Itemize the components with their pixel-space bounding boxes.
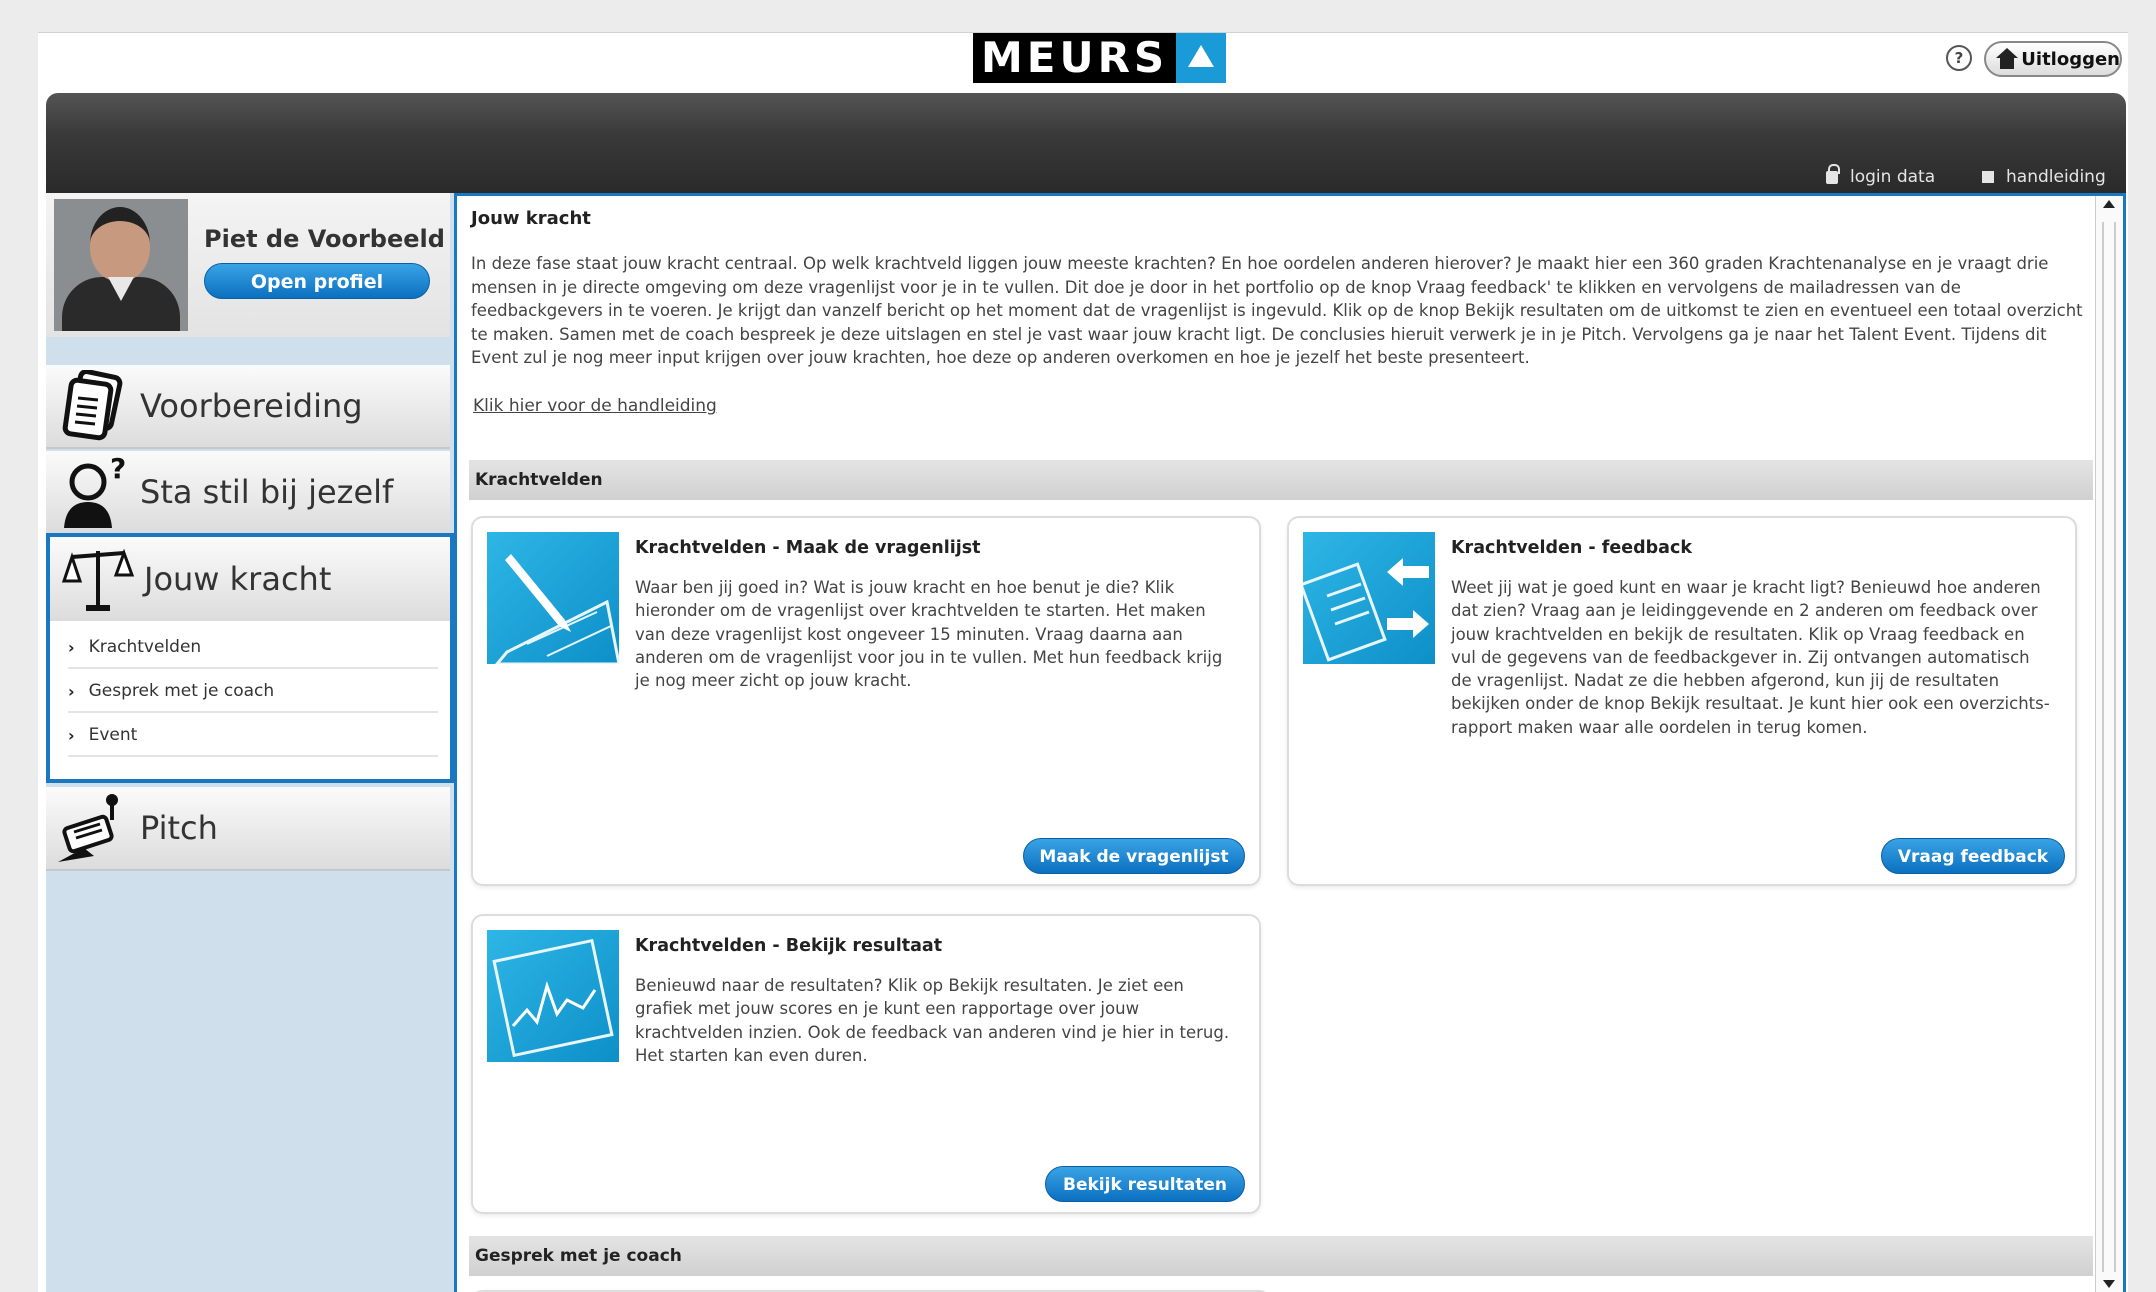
subitem-label: Event xyxy=(88,725,138,745)
sidebar-item-label: Voorbereiding xyxy=(140,387,363,425)
sidebar: Piet de Voorbeeld Open profiel Voorberei… xyxy=(46,193,454,1292)
open-profile-button[interactable]: Open profiel xyxy=(204,263,430,299)
chart-graph-icon xyxy=(487,930,619,1062)
sidebar-item-jouw-kracht[interactable]: Jouw kracht xyxy=(50,537,450,621)
scroll-down-icon[interactable] xyxy=(2103,1280,2115,1288)
bekijk-resultaten-button[interactable]: Bekijk resultaten xyxy=(1045,1166,1245,1202)
card-text: Weet jij wat je goed kunt en waar je kra… xyxy=(1451,578,2050,737)
card-title: Krachtvelden - Maak de vragenlijst xyxy=(635,538,981,558)
logo-triangle-icon xyxy=(1176,33,1227,83)
sidebar-group-jouw-kracht: Jouw kracht › Krachtvelden › Gesprek met… xyxy=(46,533,454,783)
home-icon xyxy=(1996,48,2019,70)
sidebar-subitem-gesprek[interactable]: › Gesprek met je coach xyxy=(68,671,438,713)
document-icon xyxy=(1982,171,1994,183)
manual-link-text[interactable]: Klik hier voor de handleiding xyxy=(473,396,717,416)
sidebar-item-voorbereiding[interactable]: Voorbereiding xyxy=(46,365,450,449)
login-data-label: login data xyxy=(1850,167,1936,187)
sidebar-item-label: Jouw kracht xyxy=(144,560,332,598)
sidebar-item-label: Sta stil bij jezelf xyxy=(140,473,394,511)
scales-icon xyxy=(58,543,138,615)
profile-name: Piet de Voorbeeld xyxy=(204,225,445,253)
card-title: Krachtvelden - Bekijk resultaat xyxy=(635,936,943,956)
lock-icon xyxy=(1826,163,1840,184)
scroll-thumb[interactable] xyxy=(2102,222,2116,1272)
subitem-label: Krachtvelden xyxy=(88,637,202,657)
sidebar-subitem-krachtvelden[interactable]: › Krachtvelden xyxy=(68,627,438,669)
card-feedback: Krachtvelden - feedback Weet jij wat je … xyxy=(1287,516,2077,886)
scrollbar[interactable] xyxy=(2095,196,2123,1292)
manual-label: handleiding xyxy=(2006,167,2106,187)
card-title: Krachtvelden - feedback xyxy=(1451,538,1693,558)
pen-form-icon xyxy=(487,532,619,664)
app-frame: MEURS ? Uitloggen login data handleiding… xyxy=(38,32,2128,1292)
sidebar-item-pitch[interactable]: Pitch xyxy=(46,787,450,871)
intro-text: In deze fase staat jouw kracht centraal.… xyxy=(471,254,2083,367)
logo-wordmark: MEURS xyxy=(973,33,1177,83)
svg-text:?: ? xyxy=(110,456,126,485)
person-question-icon: ? xyxy=(54,452,134,528)
profile-panel: Piet de Voorbeeld Open profiel xyxy=(46,193,450,337)
card-maak-vragenlijst: Krachtvelden - Maak de vragenlijst Waar … xyxy=(471,516,1261,886)
question-icon[interactable]: ? xyxy=(1946,45,1972,71)
documents-icon xyxy=(54,369,134,442)
feedback-arrows-icon xyxy=(1303,532,1435,664)
logout-label: Uitloggen xyxy=(2021,48,2120,70)
maak-vragenlijst-button[interactable]: Maak de vragenlijst xyxy=(1023,838,1245,874)
scroll-up-icon[interactable] xyxy=(2103,200,2115,208)
section-header-krachtvelden: Krachtvelden xyxy=(469,460,2093,500)
top-navigation-bar: login data handleiding xyxy=(46,93,2126,193)
card-text: Benieuwd naar de resultaten? Klik op Bek… xyxy=(635,976,1230,1065)
sidebar-item-label: Pitch xyxy=(140,809,218,847)
vraag-feedback-button[interactable]: Vraag feedback xyxy=(1881,838,2065,874)
sidebar-subitem-event[interactable]: › Event xyxy=(68,715,438,757)
meurs-logo: MEURS xyxy=(973,33,1227,83)
section-header-gesprek: Gesprek met je coach xyxy=(469,1236,2093,1276)
page-title: Jouw kracht xyxy=(471,208,591,229)
microphone-icon xyxy=(54,792,134,864)
subitem-label: Gesprek met je coach xyxy=(88,681,275,701)
login-data-link[interactable]: login data xyxy=(1826,163,1936,187)
card-bekijk-resultaat: Krachtvelden - Bekijk resultaat Benieuwd… xyxy=(471,914,1261,1214)
chevron-right-icon: › xyxy=(68,637,75,657)
chevron-right-icon: › xyxy=(68,725,75,745)
chevron-right-icon: › xyxy=(68,681,75,701)
manual-link[interactable]: handleiding xyxy=(1982,167,2106,187)
logout-button[interactable]: Uitloggen xyxy=(1984,41,2122,77)
card-text: Waar ben jij goed in? Wat is jouw kracht… xyxy=(635,578,1223,691)
main-content: Jouw kracht In deze fase staat jouw krac… xyxy=(454,193,2126,1292)
avatar xyxy=(54,199,188,331)
sidebar-item-sta-stil[interactable]: ? Sta stil bij jezelf xyxy=(46,451,450,535)
